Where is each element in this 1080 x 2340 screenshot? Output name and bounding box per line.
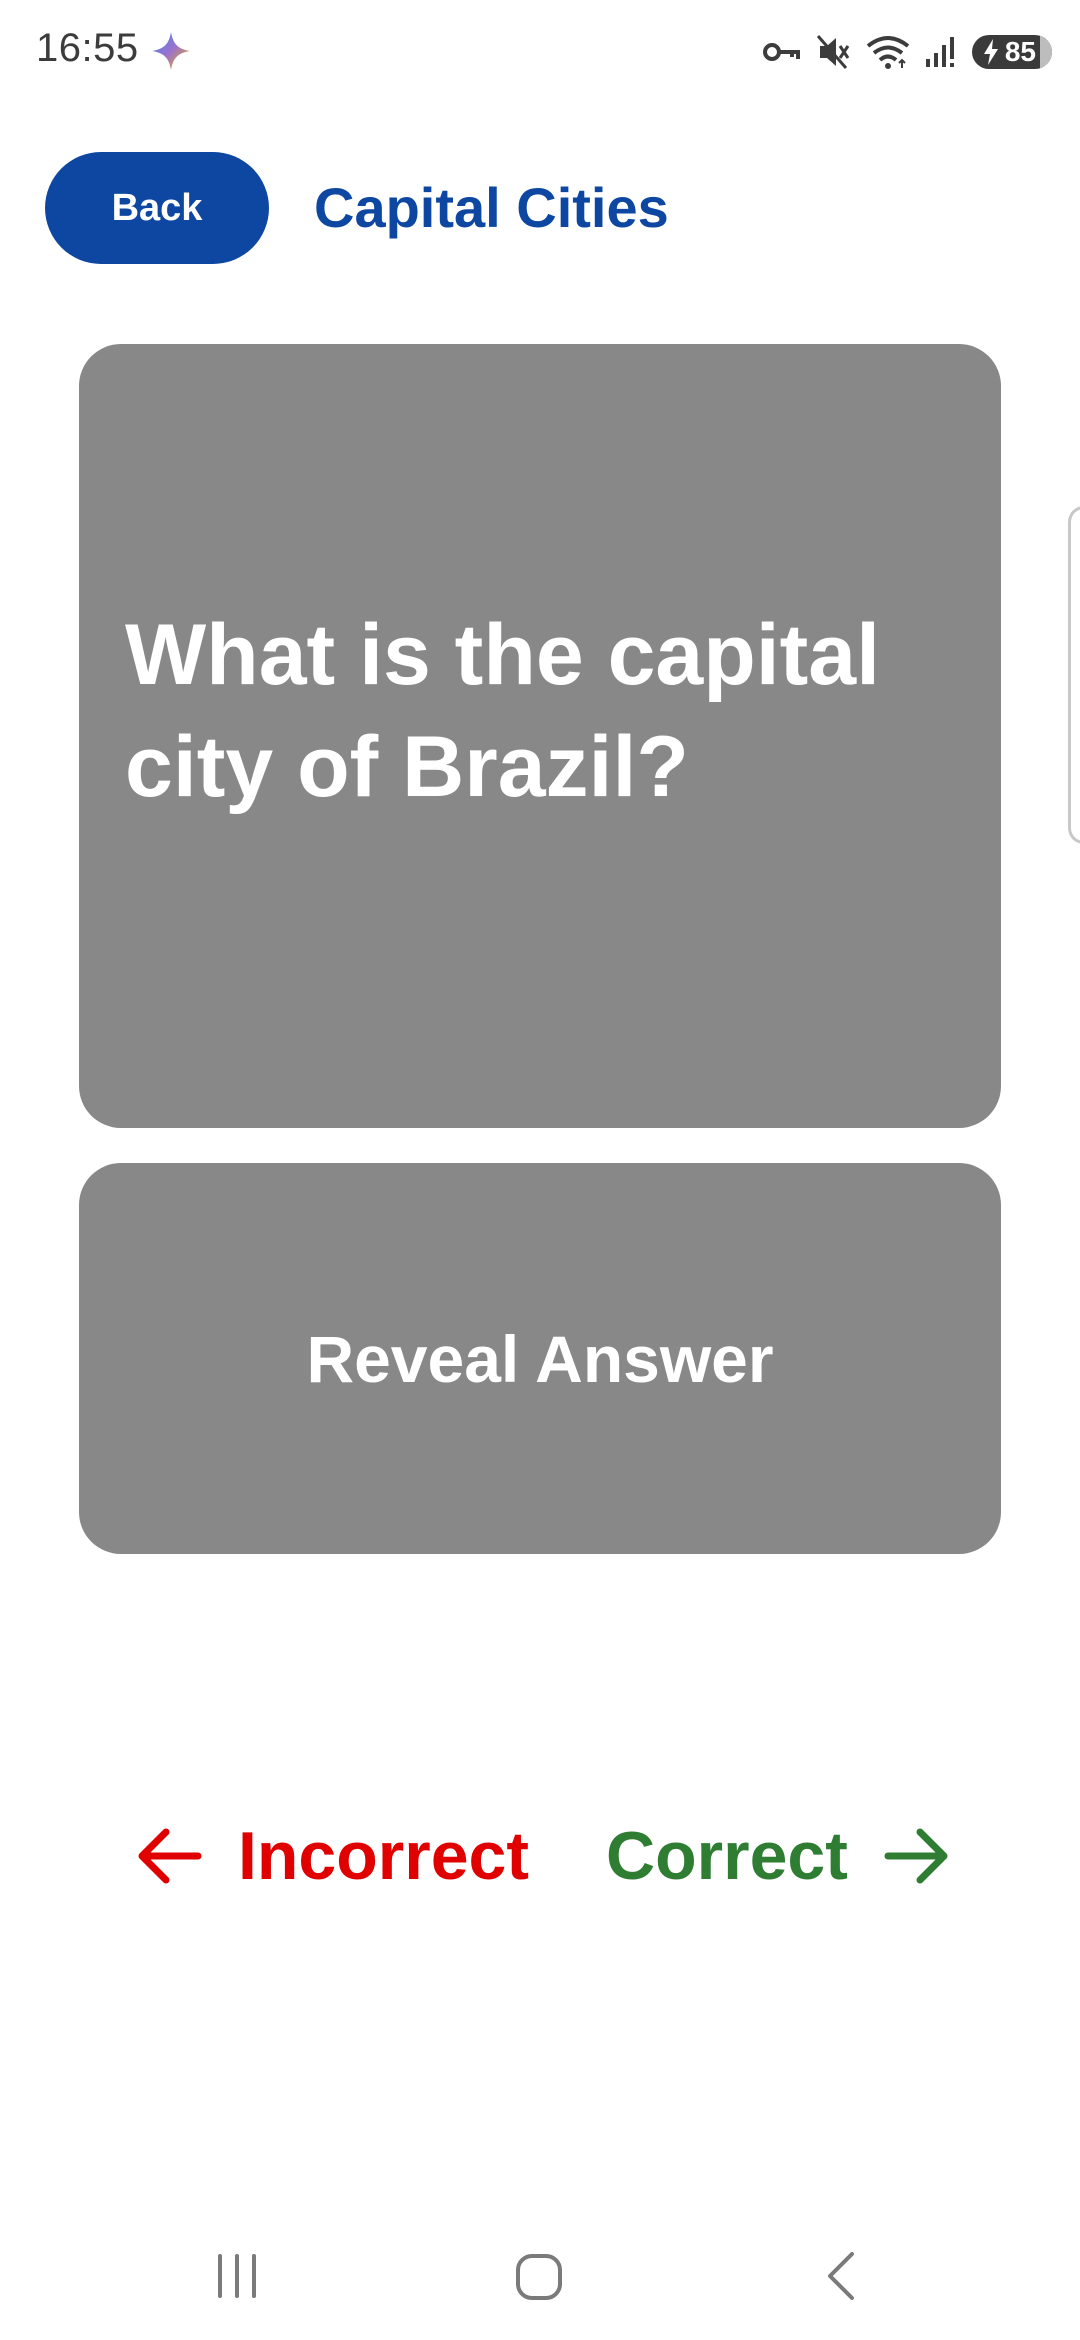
correct-label: Correct xyxy=(606,1818,848,1894)
status-time: 16:55 xyxy=(36,26,139,70)
vpn-key-icon xyxy=(763,43,800,61)
charging-bolt-icon xyxy=(984,39,998,65)
correct-hint[interactable]: Correct xyxy=(606,1816,950,1896)
home-icon[interactable] xyxy=(514,2250,564,2302)
edge-panel-handle[interactable] xyxy=(1068,506,1080,844)
status-bar: 16:55 85 xyxy=(0,0,1080,104)
back-button[interactable]: Back xyxy=(45,152,269,264)
mute-icon xyxy=(816,35,850,69)
battery-level: 85 xyxy=(1004,36,1036,67)
reveal-answer-label: Reveal Answer xyxy=(306,1321,774,1396)
incorrect-hint[interactable]: Incorrect xyxy=(136,1816,529,1896)
question-card[interactable]: What is the capital city of Brazil? xyxy=(79,344,1001,1128)
arrow-left-icon xyxy=(138,1828,202,1884)
navigation-bar xyxy=(0,2220,1080,2340)
recents-icon[interactable] xyxy=(214,2250,260,2302)
back-icon[interactable] xyxy=(822,2250,862,2302)
question-text: What is the capital city of Brazil? xyxy=(125,607,881,815)
status-icons: 85 xyxy=(762,30,1052,74)
signal-icon xyxy=(926,37,954,67)
sparkle-icon xyxy=(152,32,190,70)
reveal-answer-button[interactable]: Reveal Answer xyxy=(79,1163,1001,1554)
deck-title: Capital Cities xyxy=(314,176,669,239)
battery-icon: 85 xyxy=(972,35,1052,69)
incorrect-label: Incorrect xyxy=(238,1818,529,1894)
wifi-icon xyxy=(866,36,910,69)
arrow-right-icon xyxy=(884,1828,948,1884)
